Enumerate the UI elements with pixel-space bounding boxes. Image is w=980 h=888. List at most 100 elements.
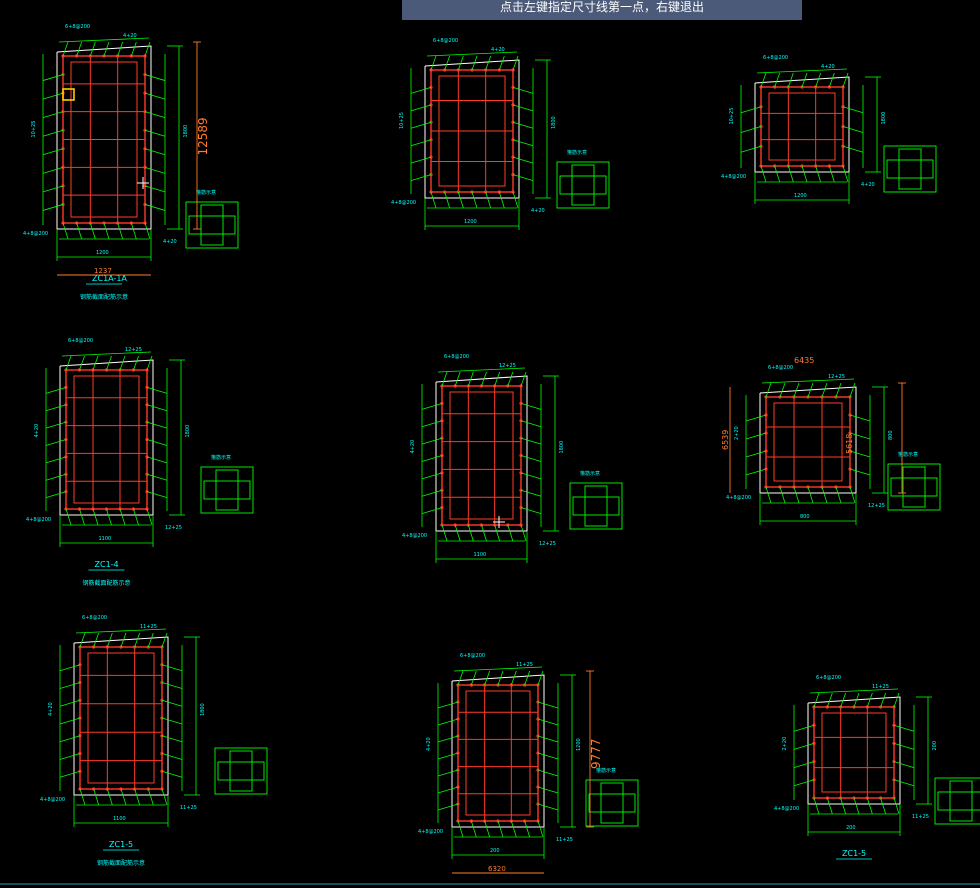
leader-top (161, 632, 168, 648)
stirrup-inner (773, 402, 843, 482)
leader-bottom (62, 222, 69, 240)
leader-top (79, 632, 86, 648)
rebar-label-bottom: 4+20 (861, 182, 875, 188)
rebar-label-top: 4+20 (123, 33, 137, 39)
leader-right (520, 437, 542, 445)
legend-frame (200, 466, 254, 514)
highlight-dim-left-value: 6539 (721, 430, 730, 450)
leader-top (813, 692, 820, 708)
leader-top (430, 55, 437, 71)
rebar-label-left: 4+20 (426, 737, 432, 751)
legend-cross-horizontal (188, 215, 236, 235)
dim-label-right: 1800 (200, 703, 206, 716)
leader-top (760, 72, 767, 88)
stirrup-label-bottom: 4+8@200 (40, 797, 65, 803)
leader-top (467, 371, 474, 387)
leader-left (421, 437, 443, 445)
legend-cross-vertical (600, 782, 624, 824)
leader-right (842, 145, 864, 153)
section-caption: 钢筋截面配筋示意 (97, 859, 145, 867)
leader-left (42, 166, 64, 174)
legend-cross-horizontal (559, 175, 607, 195)
legend-label: 箍筋示意 (196, 189, 216, 196)
leader-bottom (457, 191, 464, 209)
stirrup-outer (441, 385, 522, 526)
dim-label-bottom: 800 (800, 514, 810, 520)
legend-label: 箍筋示意 (567, 149, 587, 156)
leader-left (45, 473, 67, 481)
section-caption: 钢筋截面配筋示意 (80, 293, 128, 301)
rebar-label-top: 12+25 (828, 374, 845, 380)
leader-bottom (815, 165, 822, 183)
leader-top (821, 382, 828, 398)
leader-bottom (497, 820, 504, 838)
leader-bottom (146, 508, 153, 526)
leader-left (421, 402, 443, 410)
cad-drawing-canvas[interactable]: 6+8@2004+2010+25 180012004+8@2004+20ZC1A-… (0, 0, 980, 888)
section-label: ZC1-5 (842, 849, 866, 858)
stirrup-outer (65, 369, 148, 510)
leader-right (144, 148, 166, 156)
leader-bottom (470, 820, 477, 838)
leader-top (510, 670, 517, 686)
leader-top (866, 692, 873, 708)
highlight-dim-right-value: 5618 (845, 434, 854, 454)
leader-bottom (89, 222, 96, 240)
legend-cross-horizontal (890, 477, 938, 497)
rebar-label-top: 11+25 (872, 684, 889, 690)
leader-bottom (454, 524, 461, 542)
leader-bottom (117, 222, 124, 240)
section-ZC1-4[interactable]: 6+8@200 12+25 4+20 1800 1100 4+8@200 12+25 ZC1-… (26, 338, 254, 587)
leader-left (745, 414, 767, 422)
legend-cross-horizontal (203, 480, 251, 500)
leader-top (520, 371, 527, 387)
leader-left (59, 682, 81, 689)
leader-left (745, 468, 767, 476)
rebar-label-left: 4+20 (48, 702, 54, 716)
leader-right (512, 156, 534, 164)
rebar-label-left: 10+25 (399, 112, 405, 129)
legend-cross-vertical (215, 469, 239, 511)
legend-cross-vertical (200, 204, 224, 246)
section-sec-5[interactable]: 6+8@200 12+25 4+20 1800 1100 4+8@200 12+25 箍筋示意 (402, 354, 623, 563)
rebar-label-left: 4+20 (410, 440, 416, 454)
leader-right (520, 472, 542, 480)
leader-bottom (498, 191, 505, 209)
leader-left (410, 121, 432, 129)
rebar-label-bottom: 12+25 (868, 503, 885, 509)
stirrup-outer (765, 396, 851, 488)
legend-frame (934, 777, 980, 825)
section-ZC1-5[interactable]: 6+8@200 11+25 4+20 1800 1100 4+8@200 11+25 ZC1-… (40, 615, 268, 867)
leader-bottom (765, 486, 772, 504)
section-sec-6[interactable]: 6+8@200 12+25 2+20 800 800 4+8@200 12+25 箍筋示意 64… (721, 356, 941, 525)
leader-right (512, 174, 534, 181)
section-sec-2[interactable]: 6+8@200 4+20 10+25 1800 1200 4+8@200 4+20 箍筋示意 (391, 38, 610, 230)
leader-top (787, 72, 794, 88)
section-caption: 钢筋截面配筋示意 (83, 579, 131, 587)
leader-top (92, 355, 99, 371)
leader-bottom (842, 165, 849, 183)
highlight-dim-bottom-value: 6320 (488, 865, 506, 873)
stirrup-label-bottom: 4+8@200 (402, 533, 427, 539)
leader-top (828, 72, 835, 88)
leader-bottom (793, 486, 800, 504)
leader-bottom (520, 524, 527, 542)
leader-top (441, 371, 448, 387)
section-sec-3[interactable]: 6+8@200 4+20 10+25 1800 1200 4+8@200 4+20 (721, 55, 937, 204)
leader-top (484, 670, 491, 686)
section-ZC1-5b[interactable]: 6+8@200 11+25 2+20 200 200 4+8@200 11+25 ZC1-5 (774, 675, 980, 860)
leader-top (93, 632, 100, 648)
leader-top (444, 55, 451, 71)
section-sec-8[interactable]: 6+8@20011+254+20 12002004+8@20011+25箍筋示意9… (418, 653, 639, 874)
leader-bottom (524, 820, 531, 838)
leader-top (470, 670, 477, 686)
legend-frame (214, 747, 268, 795)
legend-frame (585, 779, 639, 827)
leader-left (410, 87, 432, 94)
legend-label: 箍筋示意 (898, 451, 918, 458)
legend-cross-horizontal (886, 159, 934, 179)
leader-top (793, 382, 800, 398)
leader-bottom (161, 788, 168, 806)
leader-bottom (93, 788, 100, 806)
section-ZC1A-1A[interactable]: 6+8@2004+2010+25 180012004+8@2004+20ZC1A-… (23, 24, 239, 301)
